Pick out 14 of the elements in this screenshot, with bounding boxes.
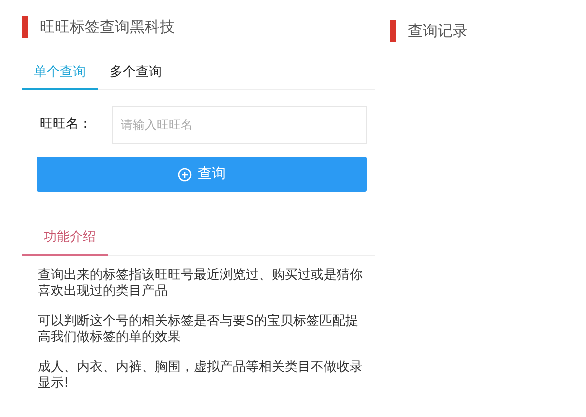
query-button[interactable]: 查询 [37,157,367,192]
intro-paragraph: 成人、内衣、内裤、胸围，虚拟产品等相关类目不做收录显示! [38,360,364,392]
tab[interactable]: 多个查询 [98,56,174,90]
panel-title: 查询记录 [408,21,468,42]
title-marker [22,16,28,38]
input-field[interactable]: 请输入旺旺名 [112,106,367,144]
plus-circle-icon [178,168,192,182]
intro-paragraph: 查询出来的标签指该旺旺号最近浏览过、购买过或是猜你喜欢出现过的类目产品 [38,268,364,300]
tab[interactable]: 单个查询 [22,56,98,90]
intro-tab[interactable]: 功能介绍 [22,224,108,256]
panel-title: 旺旺标签查询黑科技 [40,17,175,38]
title-marker [390,20,396,42]
intro-paragraph: 可以判断这个号的相关标签是否与要S的宝贝标签匹配提高我们做标签的单的效果 [38,314,360,346]
field-label: 旺旺名： [40,116,92,134]
